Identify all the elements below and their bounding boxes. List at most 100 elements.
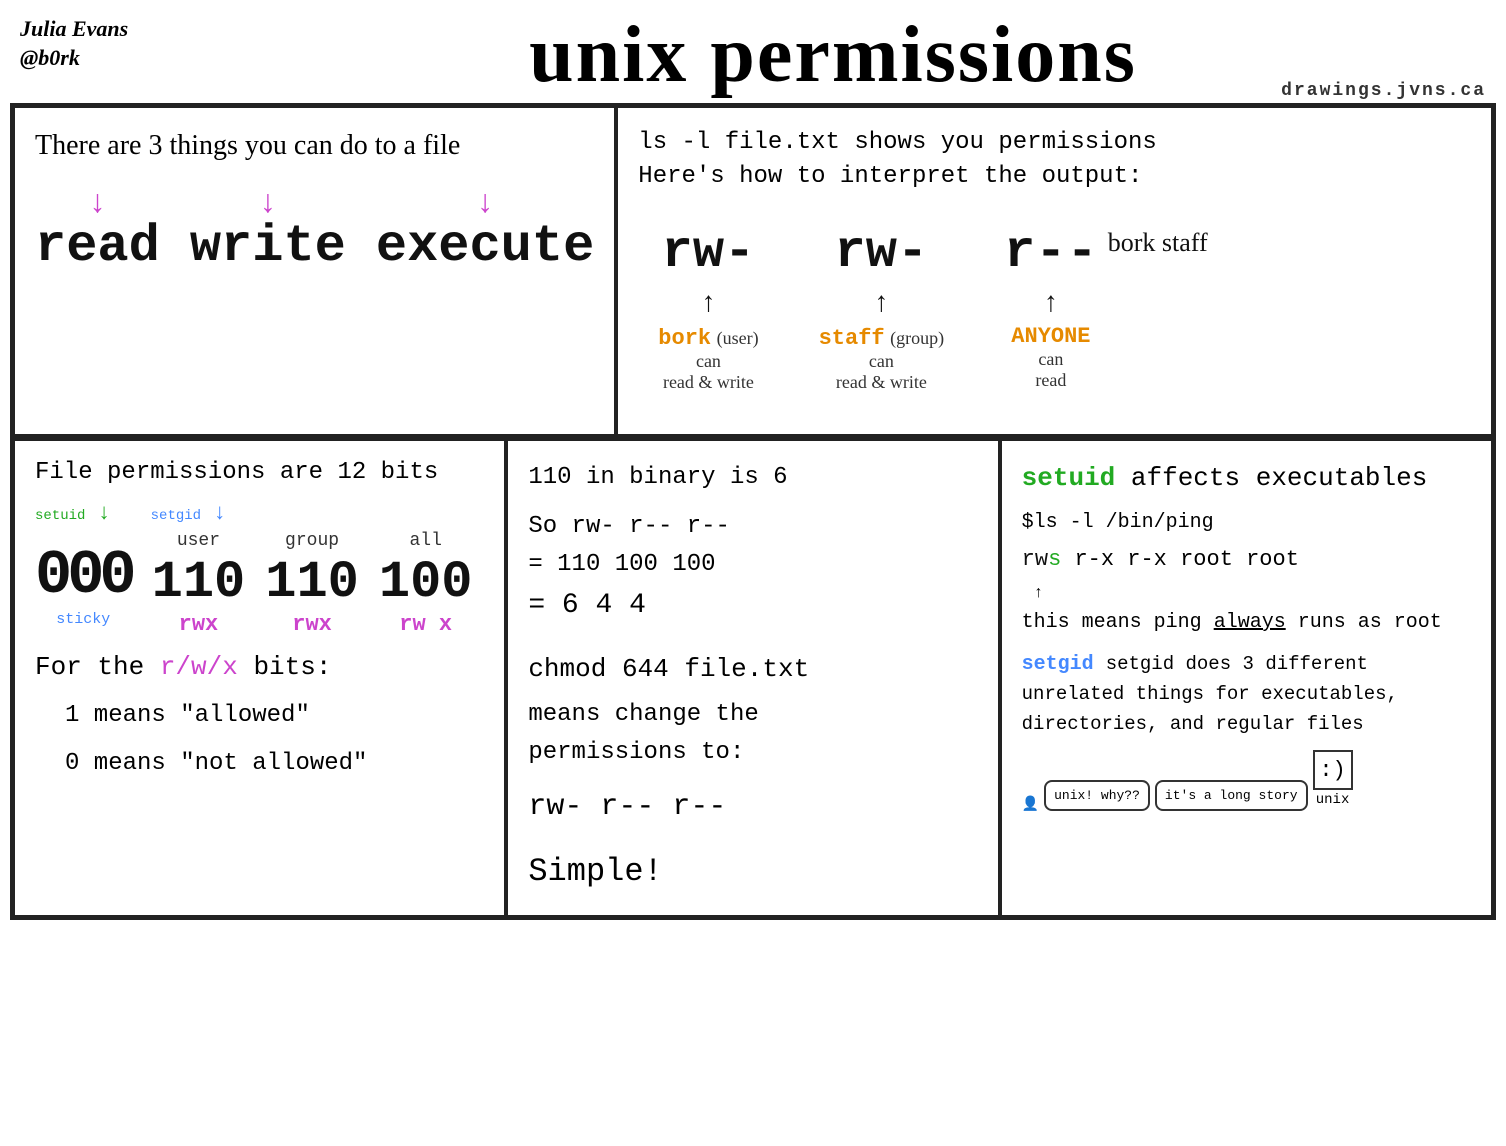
arrow-up-bork: ↑ (701, 287, 715, 319)
simple-label: Simple! (528, 846, 977, 897)
user-w: w (192, 612, 205, 637)
chmod-title: chmod 644 file.txt (528, 649, 977, 691)
user-x: x (205, 612, 218, 637)
setgid-label: setgid (151, 508, 201, 524)
cell-top-right: ls -l file.txt shows you permissions Her… (616, 106, 1493, 436)
ping-note: this means ping always runs as root (1022, 608, 1471, 638)
inline-rwx: r/w/x (160, 652, 238, 682)
bits-main-row: 000 sticky user 110 rwx group 110 rwx (35, 531, 484, 637)
one-means: 1 means "allowed" (65, 692, 484, 740)
cell-bottom-mid: 110 in binary is 6 So rw- r-- r-- = 110 … (506, 439, 999, 917)
ls-ping-cmd: $ls -l /bin/ping (1022, 508, 1471, 538)
setuid-arrow: ↓ (97, 501, 110, 526)
group-num: 110 (265, 553, 359, 612)
user-rwx: rwx (179, 612, 219, 637)
chmod-result: rw- r-- r-- (528, 783, 977, 831)
always-text: always (1214, 611, 1286, 634)
author-name: Julia Evans (20, 15, 160, 44)
comic-text-2: it's a long story (1165, 786, 1298, 806)
all-num: 100 (379, 553, 473, 612)
bork-user: (user) (717, 328, 759, 348)
for-rwx: For the r/w/x bits: (35, 652, 484, 682)
user-label: user (177, 531, 220, 551)
cell-top-left: There are 3 things you can do to a file … (13, 106, 616, 436)
ping-section: $ls -l /bin/ping rws r-x r-x root root ↑… (1022, 508, 1471, 638)
bork-label: bork (user) (658, 324, 758, 351)
group-rwx: rwx (292, 612, 332, 637)
group-group: group 110 rwx (265, 531, 359, 637)
intro-text: There are 3 things you can do to a file (35, 126, 594, 165)
unix-label: unix (1316, 790, 1350, 811)
header: Julia Evans @b0rk unix permissions drawi… (10, 10, 1496, 95)
chmod-sub2: permissions to: (528, 734, 977, 772)
top-grid: There are 3 things you can do to a file … (10, 103, 1496, 439)
setuid-setgid-row: setuid ↓ setgid ↓ (35, 501, 484, 526)
speech-bubble-1: unix! why?? (1044, 780, 1150, 812)
title-text: unix permissions (529, 11, 1137, 99)
binary-line1: So rw- r-- r-- (528, 508, 977, 546)
page: Julia Evans @b0rk unix permissions drawi… (0, 0, 1506, 1146)
sticky-label: sticky (35, 611, 132, 628)
perm-code-bork: rw- (662, 223, 756, 282)
user-num: 110 (152, 553, 246, 612)
setuid-label: setuid (35, 508, 85, 524)
anyone-can: can (1038, 349, 1063, 370)
setuid-green-text: setuid (1022, 463, 1116, 493)
user-group: user 110 rwx (152, 531, 246, 637)
staff-label: staff (group) (819, 324, 945, 351)
author-handle: @b0rk (20, 44, 160, 73)
perm-col-anyone: r-- ↑ ANYONE can read (1004, 223, 1098, 391)
bork-name: bork (658, 326, 711, 351)
execute-label: execute (376, 217, 594, 276)
ooo-col: 000 sticky (35, 540, 132, 628)
staff-name: staff (819, 326, 885, 351)
perm-display: rw- ↑ bork (user) can read & write rw- ↑ (638, 223, 1097, 393)
read-label: read (35, 217, 160, 276)
stick-figure-container: 👤 (1022, 797, 1039, 811)
stick-figure: 👤 (1022, 797, 1039, 811)
ls-intro-line2: Here's how to interpret the output: (638, 160, 1471, 194)
anyone-name: ANYONE (1011, 324, 1090, 349)
chmod-section: chmod 644 file.txt means change the perm… (528, 649, 977, 897)
execute-item: ↓ execute (376, 185, 594, 276)
setgid-group: setgid ↓ (151, 501, 227, 526)
rwx-row: ↓ read ↓ write ↓ execute (35, 185, 594, 276)
read-item: ↓ read (35, 185, 160, 276)
means-list: 1 means "allowed" 0 means "not allowed" (65, 692, 484, 788)
speech-bubble-2: it's a long story (1155, 780, 1308, 812)
all-group: all 100 rw x (379, 531, 473, 637)
arrow-up-staff: ↑ (874, 287, 888, 319)
staff-group: (group) (890, 328, 944, 348)
setgid-blue-text: setgid (1022, 653, 1094, 676)
binary-title: 110 in binary is 6 (528, 459, 977, 497)
ooo-big: 000 (35, 540, 132, 611)
chmod-sub1: means change the (528, 696, 977, 734)
binary-line3: = 6 4 4 (528, 584, 977, 629)
all-label: all (409, 531, 441, 551)
author-block: Julia Evans @b0rk (10, 10, 170, 77)
bork-staff-label: bork staff (1108, 228, 1208, 258)
staff-action: read & write (836, 372, 927, 393)
all-rwx: rw x (399, 612, 452, 637)
perm-col-staff: rw- ↑ staff (group) can read & write (819, 223, 945, 393)
main-title: unix permissions drawings.jvns.ca (170, 10, 1496, 95)
arrow-up-anyone: ↑ (1044, 287, 1058, 319)
anyone-action: read (1035, 370, 1066, 391)
rws-line: rws r-x r-x root root (1022, 543, 1471, 576)
perm-code-anyone: r-- (1004, 223, 1098, 282)
bits-title: File permissions are 12 bits (35, 459, 484, 486)
bork-can: can (696, 351, 721, 372)
bottom-grid: File permissions are 12 bits setuid ↓ se… (10, 439, 1496, 920)
rws-s: s (1048, 547, 1061, 572)
binary-section: 110 in binary is 6 So rw- r-- r-- = 110 … (528, 459, 977, 629)
ls-intro: ls -l file.txt shows you permissions Her… (638, 126, 1471, 193)
setuid-group: setuid ↓ (35, 501, 111, 526)
cell-bottom-left: File permissions are 12 bits setuid ↓ se… (13, 439, 506, 917)
setgid-arrow: ↓ (213, 501, 226, 526)
unix-face: :) (1313, 750, 1353, 790)
perm-col-bork: rw- ↑ bork (user) can read & write (658, 223, 758, 393)
write-label: write (190, 217, 346, 276)
perm-code-staff: rw- (835, 223, 929, 282)
group-label: group (285, 531, 339, 551)
rws-arrow-note: ↑ (1034, 581, 1471, 605)
